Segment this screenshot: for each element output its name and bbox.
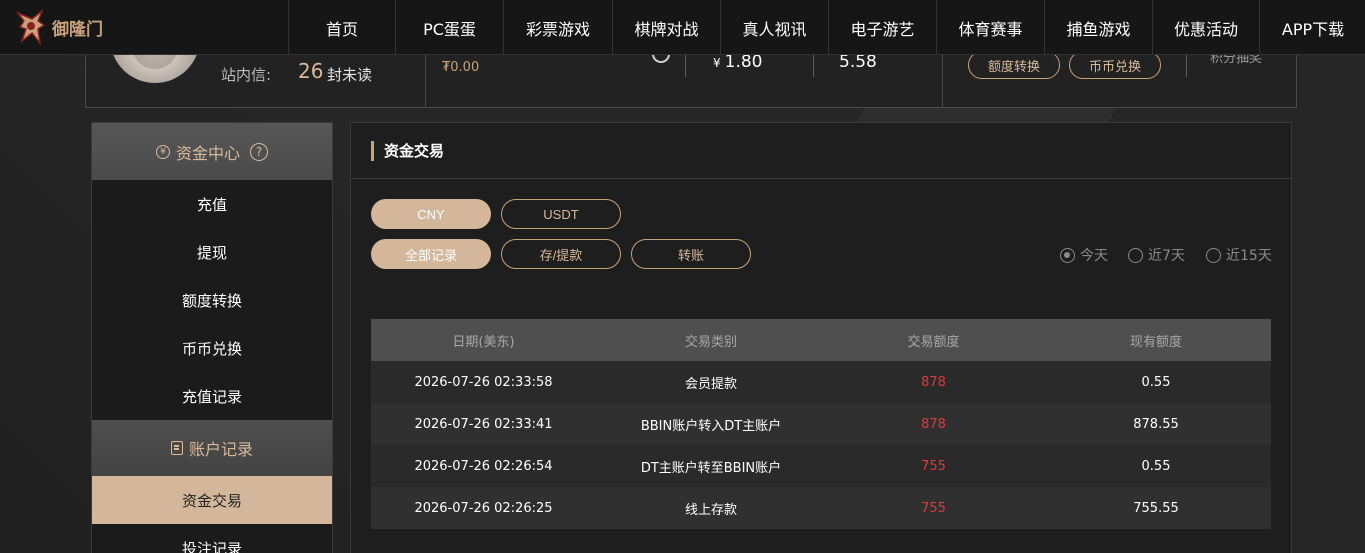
mail-count[interactable]: 26	[298, 59, 323, 83]
cell-amount: 878	[921, 374, 946, 390]
title-accent-bar	[371, 141, 374, 161]
sidebar-item[interactable]: 投注记录	[92, 524, 332, 553]
divider	[1186, 55, 1187, 77]
cell-date: 2026-07-26 02:26:25	[414, 500, 553, 516]
cell-type: 会员提款	[684, 376, 737, 392]
cell-amount: 755	[921, 500, 946, 516]
transfer-button[interactable]: 额度转换	[968, 51, 1060, 79]
table-row: 2026-07-26 02:26:54 DT主账户转至BBIN账户 755 0.55	[371, 445, 1271, 487]
cell-date: 2026-07-26 02:26:54	[414, 458, 553, 474]
nav-item[interactable]: 捕鱼游戏	[1044, 0, 1152, 55]
cell-type: 线上存款	[684, 502, 737, 518]
nav-item[interactable]: 彩票游戏	[503, 0, 612, 55]
sidebar-item[interactable]: 充值记录	[92, 372, 332, 420]
sidebar-item[interactable]: 提现	[92, 228, 332, 276]
cell-balance: 878.55	[1133, 416, 1179, 432]
nav-menu: 首页 PC蛋蛋 彩票游戏 棋牌对战 真人视讯 电子游艺 体育赛事 捕鱼游戏 优惠活动 APP下载	[288, 0, 1365, 55]
cell-amount: 755	[921, 458, 946, 474]
sidebar-item[interactable]: 资金交易	[92, 476, 332, 524]
transactions-table: 日期(美东) 交易类别 交易额度 现有额度 2026-07-26 02:33:5…	[371, 319, 1271, 529]
table-header: 日期(美东) 交易类别 交易额度 现有额度	[371, 319, 1271, 361]
range-15days-radio[interactable]: 近15天	[1206, 245, 1272, 265]
divider	[813, 55, 814, 77]
nav-item[interactable]: 首页	[288, 0, 395, 55]
exchange-button[interactable]: 币币兑换	[1069, 51, 1161, 79]
cell-date: 2026-07-26 02:33:41	[414, 416, 553, 432]
range-7days-radio[interactable]: 近7天	[1128, 245, 1185, 265]
header-date: 日期(美东)	[452, 334, 515, 350]
profile-strip: 站内信: 26 封未读 ₮0.00 ¥1.80 5.58 额度转换 币币兑换 积…	[85, 35, 1297, 108]
funds-center-heading: ¥ 资金中心 ?	[92, 123, 332, 180]
document-icon	[170, 441, 183, 455]
panel-header: 资金交易	[351, 123, 1291, 179]
account-records-heading: 账户记录	[92, 420, 332, 476]
mail-label: 站内信:	[221, 66, 272, 84]
divider	[685, 55, 686, 77]
tab-cny[interactable]: CNY	[371, 199, 491, 229]
divider	[425, 55, 426, 108]
nav-item[interactable]: 棋牌对战	[612, 0, 720, 55]
cell-balance: 0.55	[1141, 374, 1171, 390]
help-icon[interactable]: ?	[250, 142, 268, 161]
nav-item[interactable]: PC蛋蛋	[395, 0, 503, 55]
header-balance: 现有额度	[1129, 334, 1182, 350]
divider	[942, 55, 943, 108]
sidebar-item[interactable]: 充值	[92, 180, 332, 228]
sidebar-item[interactable]: 额度转换	[92, 276, 332, 324]
table-row: 2026-07-26 02:33:41 BBIN账户转入DT主账户 878 878.5…	[371, 403, 1271, 445]
tab-all-records[interactable]: 全部记录	[371, 239, 491, 269]
tab-deposit-withdraw[interactable]: 存/提款	[501, 239, 621, 269]
nav-item[interactable]: 体育赛事	[936, 0, 1044, 55]
cell-type: DT主账户转至BBIN账户	[640, 460, 782, 476]
sidebar: ¥ 资金中心 ? 充值 提现 额度转换 币币兑换 充值记录 账户记录 资金交易 投注记录	[91, 122, 333, 553]
header-type: 交易类别	[684, 334, 737, 350]
yen-balance: ¥1.80	[713, 52, 763, 72]
tab-usdt[interactable]: USDT	[501, 199, 621, 229]
radio-unchecked-icon	[1206, 247, 1221, 263]
mail-unit: 封未读	[327, 66, 373, 84]
main-panel: 资金交易 CNY USDT 全部记录 存/提款 转账 今天 近7天 近15天 日…	[350, 122, 1292, 553]
top-navigation: 御隆门 首页 PC蛋蛋 彩票游戏 棋牌对战 真人视讯 电子游艺 体育赛事 捕鱼游戏 优惠活动 AP…	[0, 0, 1365, 55]
radio-checked-icon	[1060, 247, 1075, 263]
dragon-logo-icon	[15, 8, 46, 46]
tab-transfer[interactable]: 转账	[631, 239, 751, 269]
points-balance: 5.58	[839, 52, 877, 72]
table-row: 2026-07-26 02:33:58 会员提款 878 0.55	[371, 361, 1271, 403]
header-amount: 交易额度	[907, 334, 960, 350]
nav-item[interactable]: 电子游艺	[828, 0, 936, 55]
cell-date: 2026-07-26 02:33:58	[414, 374, 553, 390]
cell-amount: 878	[921, 416, 946, 432]
nav-item[interactable]: APP下载	[1259, 0, 1365, 55]
sidebar-item[interactable]: 币币兑换	[92, 324, 332, 372]
range-today-radio[interactable]: 今天	[1060, 245, 1108, 265]
radio-unchecked-icon	[1128, 247, 1143, 263]
cell-balance: 0.55	[1141, 458, 1171, 474]
cell-type: BBIN账户转入DT主账户	[640, 418, 782, 434]
nav-item[interactable]: 真人视讯	[720, 0, 828, 55]
panel-title: 资金交易	[384, 142, 445, 160]
nav-item[interactable]: 优惠活动	[1152, 0, 1259, 55]
table-row: 2026-07-26 02:26:25 线上存款 755 755.55	[371, 487, 1271, 529]
cell-balance: 755.55	[1133, 500, 1179, 516]
site-logo[interactable]: 御隆门	[12, 6, 112, 48]
brand-name: 御隆门	[52, 19, 103, 40]
coin-icon: ¥	[155, 144, 170, 159]
balance-small: ₮0.00	[442, 60, 480, 75]
